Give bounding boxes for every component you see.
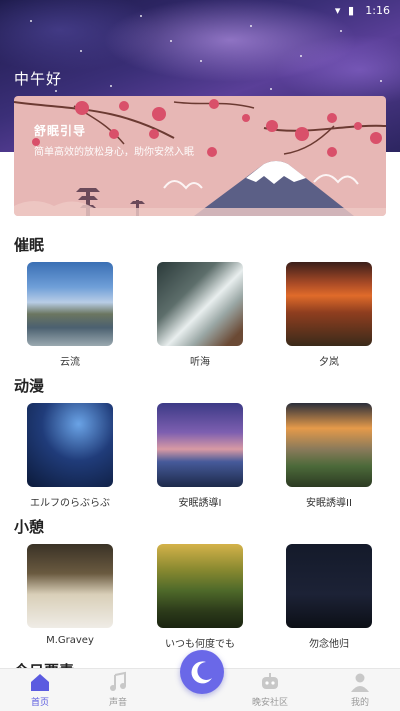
track-title: エルフのらぶらぶ (30, 498, 110, 509)
track-thumbnail (27, 544, 113, 628)
track-card[interactable]: 勿念他归 (286, 544, 372, 650)
track-card[interactable]: 云流 (27, 262, 113, 368)
track-thumbnail (27, 403, 113, 487)
track-card[interactable]: いつも何度でも (157, 544, 243, 650)
section-title-anime: 动漫 (14, 377, 45, 395)
nav-community-label: 晚安社区 (251, 698, 288, 708)
section-title-hypnosis: 催眠 (14, 236, 45, 254)
svg-text:z: z (200, 670, 205, 679)
greeting: 中午好 (14, 70, 63, 88)
banner-title: 舒眠引导 (34, 124, 87, 138)
nav-community[interactable]: 晚安社区 (230, 671, 310, 708)
track-card[interactable]: 安眠誘導I (157, 403, 243, 509)
track-thumbnail (286, 403, 372, 487)
banner-subtitle: 简单高效的放松身心，助你安然入眠 (34, 147, 194, 158)
track-card[interactable]: M.Gravey (27, 544, 113, 646)
track-thumbnail (286, 262, 372, 346)
moon-sleep-icon: z (191, 661, 212, 684)
sleep-guide-banner[interactable]: 舒眠引导 简单高效的放松身心，助你安然入眠 (14, 96, 386, 216)
track-title: 安眠誘導II (306, 498, 352, 509)
music-note-icon (110, 671, 126, 691)
track-title: 安眠誘導I (178, 498, 222, 509)
track-title: 听海 (190, 357, 210, 368)
nav-home-label: 首页 (30, 698, 49, 708)
wifi-signal-icon: ▾ ▮ (334, 4, 356, 17)
home-icon (31, 674, 49, 691)
track-thumbnail (157, 544, 243, 628)
track-thumbnail (157, 262, 243, 346)
nav-profile[interactable]: 我的 (320, 671, 400, 708)
track-title: 勿念他归 (309, 639, 349, 650)
sleep-mode-button[interactable]: z (180, 650, 224, 694)
track-card[interactable]: 夕岚 (286, 262, 372, 368)
user-icon (351, 673, 369, 692)
track-title: 云流 (60, 357, 80, 368)
track-card[interactable]: 听海 (157, 262, 243, 368)
track-title: いつも何度でも (165, 639, 235, 650)
track-thumbnail (286, 544, 372, 628)
track-title: 夕岚 (319, 357, 339, 368)
status-time: 1:16 (365, 4, 390, 17)
nav-home[interactable]: 首页 (0, 671, 80, 708)
track-title: M.Gravey (46, 635, 94, 646)
nav-profile-label: 我的 (350, 698, 369, 708)
section-title-nap: 小憩 (14, 518, 45, 536)
community-icon (262, 673, 278, 689)
track-card[interactable]: エルフのらぶらぶ (27, 403, 113, 509)
track-thumbnail (157, 403, 243, 487)
track-card[interactable]: 安眠誘導II (286, 403, 372, 509)
nav-sounds[interactable]: 声音 (78, 671, 158, 708)
track-thumbnail (27, 262, 113, 346)
nav-sounds-label: 声音 (108, 698, 127, 708)
